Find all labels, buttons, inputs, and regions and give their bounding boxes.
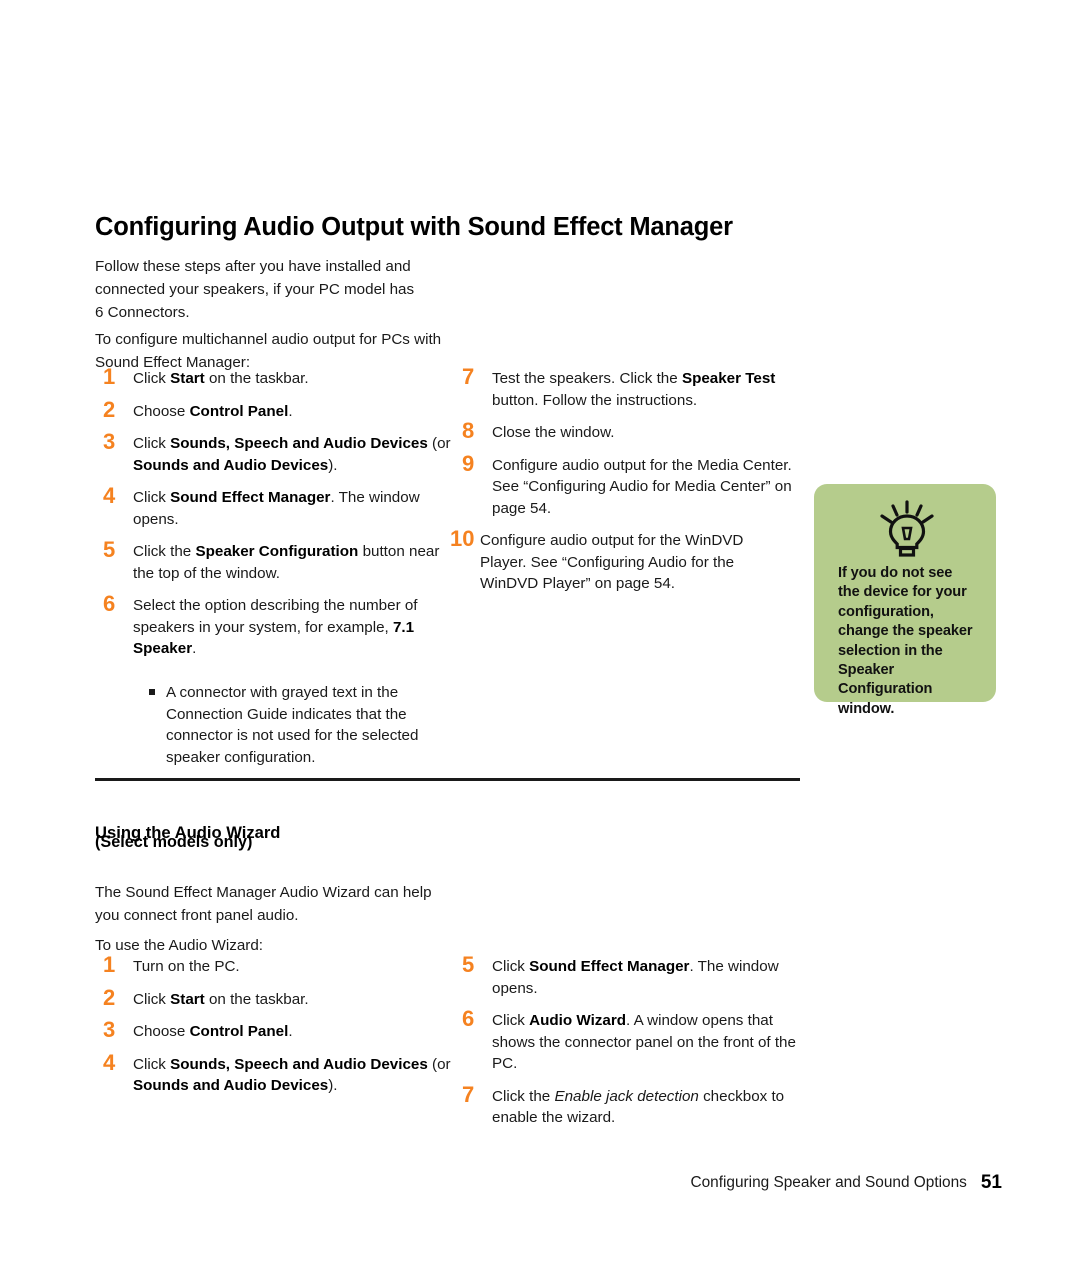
intro-paragraph-1: Follow these steps after you have instal… — [95, 258, 415, 322]
step-text: Click Audio Wizard. A window opens that … — [492, 1012, 796, 1072]
step-number: 5 — [462, 952, 475, 977]
list-item: 3 Click Sounds, Speech and Audio Devices … — [103, 429, 453, 476]
step-number: 1 — [103, 952, 116, 977]
step-text: Turn on the PC. — [133, 958, 240, 975]
step-number: 6 — [103, 591, 116, 616]
step-number: 8 — [462, 418, 475, 443]
list-item: 4 Click Sounds, Speech and Audio Devices … — [103, 1049, 453, 1097]
procedure-2-right-steps: 5 Click Sound Effect Manager. The window … — [462, 952, 807, 1140]
step-number: 5 — [103, 537, 116, 562]
document-page: Configuring Audio Output with Sound Effe… — [0, 0, 1080, 1270]
section-paragraph-2: To use the Audio Wizard: — [95, 937, 263, 955]
step-number: 2 — [103, 984, 116, 1010]
tip-callout-box: If you do not see the device for your co… — [814, 484, 996, 717]
section-divider — [95, 778, 800, 781]
list-item: 8 Close the window. — [462, 418, 792, 444]
list-item: 7 Test the speakers. Click the Speaker Te… — [462, 364, 792, 411]
step-number: 6 — [462, 1006, 475, 1031]
step-text: Choose Control Panel. — [133, 402, 293, 420]
step-text: Click Sounds, Speech and Audio Devices (… — [133, 1055, 451, 1095]
sub-bullet-note: A connector with grayed text in the Conn… — [149, 682, 426, 768]
step-number: 3 — [103, 1017, 116, 1042]
step-text: Click Start on the taskbar. — [133, 370, 309, 387]
step-text: Choose Control Panel. — [133, 1023, 293, 1040]
step-number: 1 — [103, 364, 116, 389]
list-item: 9 Configure audio output for the Media Ce… — [462, 450, 792, 520]
step-text: Click Sounds, Speech and Audio Devices (… — [133, 435, 451, 474]
page-number: 51 — [980, 1172, 1002, 1193]
step-number: 7 — [462, 1081, 475, 1107]
list-item: 2 Click Start on the taskbar. — [103, 984, 453, 1011]
section-subheading: (Select models only) — [95, 833, 253, 851]
section-paragraph-1: The Sound Effect Manager Audio Wizard ca… — [95, 884, 432, 925]
step-number: 4 — [103, 483, 116, 508]
list-item: 5 Click Sound Effect Manager. The window … — [462, 952, 807, 999]
procedure-2-left-steps: 1 Turn on the PC. 2 Click Start on the task… — [103, 952, 453, 1108]
square-bullet-icon — [149, 682, 166, 768]
page-title: Configuring Audio Output with Sound Effe… — [95, 213, 733, 242]
step-number: 4 — [103, 1049, 116, 1075]
step-number: 7 — [462, 364, 475, 389]
sub-bullet-text: A connector with grayed text in the Conn… — [166, 684, 419, 766]
procedure-1-right-steps: 7 Test the speakers. Click the Speaker Te… — [450, 364, 792, 606]
footer-text: Configuring Speaker and Sound Options — [690, 1174, 967, 1191]
page-footer: Configuring Speaker and Sound Options 51 — [0, 1172, 1080, 1194]
list-item: 5 Click the Speaker Configuration button … — [103, 537, 453, 584]
step-number: 3 — [103, 429, 116, 454]
list-item: 4 Click Sound Effect Manager. The window … — [103, 483, 453, 530]
step-text: Select the option describing the number … — [133, 597, 418, 657]
step-text: Click Sound Effect Manager. The window o… — [133, 489, 420, 528]
step-text: Configure audio output for the Media Cen… — [492, 456, 792, 517]
list-item: 6 Select the option describing the number… — [103, 591, 453, 660]
procedure-1-left-steps: 1 Click Start on the taskbar. 2 Choose Cont… — [103, 364, 453, 671]
step-text: Configure audio output for the WinDVD Pl… — [480, 532, 744, 592]
list-item: 6 Click Audio Wizard. A window opens that… — [462, 1006, 807, 1075]
list-item: 1 Turn on the PC. — [103, 952, 453, 978]
list-item: 7 Click the Enable jack detection checkbo… — [462, 1081, 807, 1129]
tip-text: If you do not see the device for your co… — [838, 565, 973, 717]
step-number: 9 — [462, 450, 475, 476]
step-number: 2 — [103, 396, 116, 422]
step-text: Click Sound Effect Manager. The window o… — [492, 958, 779, 997]
list-item: 10 Configure audio output for the WinDVD … — [450, 528, 792, 595]
list-item: 2 Choose Control Panel. — [103, 396, 453, 423]
list-item: 1 Click Start on the taskbar. — [103, 364, 453, 390]
step-text: Click the Enable jack detection checkbox… — [492, 1087, 785, 1127]
step-text: Click the Speaker Configuration button n… — [133, 543, 440, 582]
step-text: Close the window. — [492, 424, 615, 441]
lightbulb-icon — [838, 500, 976, 558]
list-item: 3 Choose Control Panel. — [103, 1017, 453, 1043]
step-number: 10 — [450, 526, 475, 551]
step-text: Click Start on the taskbar. — [133, 990, 309, 1008]
step-text: Test the speakers. Click the Speaker Tes… — [492, 370, 776, 409]
